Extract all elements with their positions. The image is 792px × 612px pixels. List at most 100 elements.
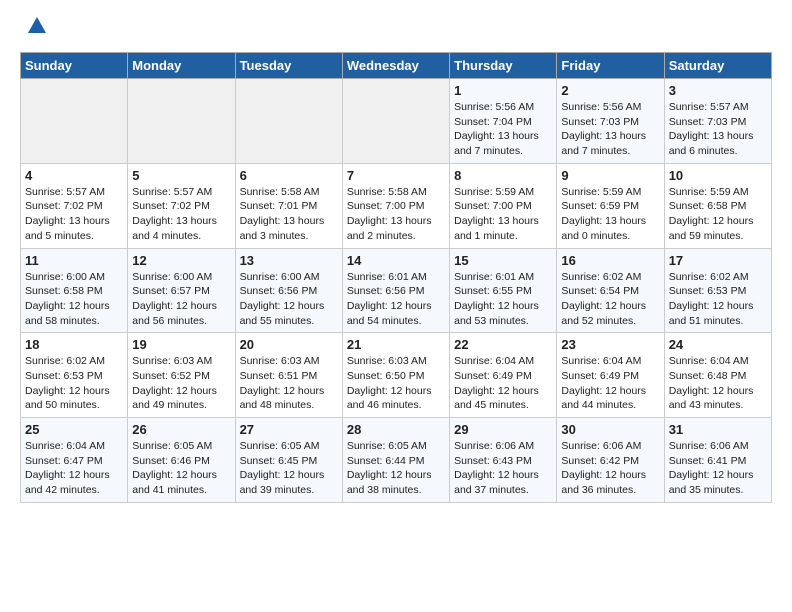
calendar-cell: 10Sunrise: 5:59 AM Sunset: 6:58 PM Dayli… [664, 163, 771, 248]
day-info: Sunrise: 6:03 AM Sunset: 6:51 PM Dayligh… [240, 354, 338, 413]
day-info: Sunrise: 6:00 AM Sunset: 6:57 PM Dayligh… [132, 270, 230, 329]
week-row-2: 4 Sunrise: 5:57 AM Sunset: 7:02 PM Daylig… [21, 163, 772, 248]
day-number: 7 [347, 168, 445, 183]
day-number: 19 [132, 337, 230, 352]
day-info: Sunrise: 5:59 AM Sunset: 6:58 PM Dayligh… [669, 185, 767, 244]
day-info: Sunrise: 6:04 AM Sunset: 6:49 PM Dayligh… [454, 354, 552, 413]
day-number: 1 [454, 83, 552, 98]
week-row-3: 11Sunrise: 6:00 AM Sunset: 6:58 PM Dayli… [21, 248, 772, 333]
day-info: Sunrise: 5:59 AM Sunset: 6:59 PM Dayligh… [561, 185, 659, 244]
day-number: 2 [561, 83, 659, 98]
day-info: Sunrise: 5:58 AM Sunset: 7:00 PM Dayligh… [347, 185, 445, 244]
calendar-cell [128, 79, 235, 164]
weekday-header-saturday: Saturday [664, 53, 771, 79]
calendar-cell: 30 Sunrise: 6:06 AM Sunset: 6:42 PM Dayli… [557, 418, 664, 503]
logo [20, 15, 48, 42]
day-info: Sunrise: 6:04 AM Sunset: 6:49 PM Dayligh… [561, 354, 659, 413]
day-info: Sunrise: 6:06 AM Sunset: 6:41 PM Dayligh… [669, 439, 767, 498]
day-number: 26 [132, 422, 230, 437]
weekday-header-thursday: Thursday [450, 53, 557, 79]
day-number: 29 [454, 422, 552, 437]
day-number: 22 [454, 337, 552, 352]
logo-icon [26, 15, 48, 42]
day-info: Sunrise: 5:57 AM Sunset: 7:03 PM Dayligh… [669, 100, 767, 159]
calendar-cell: 12 Sunrise: 6:00 AM Sunset: 6:57 PM Dayli… [128, 248, 235, 333]
day-info: Sunrise: 6:00 AM Sunset: 6:56 PM Dayligh… [240, 270, 338, 329]
day-info: Sunrise: 5:57 AM Sunset: 7:02 PM Dayligh… [25, 185, 123, 244]
calendar-cell: 29 Sunrise: 6:06 AM Sunset: 6:43 PM Dayli… [450, 418, 557, 503]
weekday-header-sunday: Sunday [21, 53, 128, 79]
day-info: Sunrise: 6:01 AM Sunset: 6:55 PM Dayligh… [454, 270, 552, 329]
day-info: Sunrise: 6:02 AM Sunset: 6:54 PM Dayligh… [561, 270, 659, 329]
calendar-cell: 21 Sunrise: 6:03 AM Sunset: 6:50 PM Dayli… [342, 333, 449, 418]
day-number: 6 [240, 168, 338, 183]
day-info: Sunrise: 6:03 AM Sunset: 6:50 PM Dayligh… [347, 354, 445, 413]
day-info: Sunrise: 6:05 AM Sunset: 6:44 PM Dayligh… [347, 439, 445, 498]
day-number: 31 [669, 422, 767, 437]
calendar-cell: 20 Sunrise: 6:03 AM Sunset: 6:51 PM Dayli… [235, 333, 342, 418]
calendar-cell: 23 Sunrise: 6:04 AM Sunset: 6:49 PM Dayli… [557, 333, 664, 418]
calendar: SundayMondayTuesdayWednesdayThursdayFrid… [20, 52, 772, 503]
day-number: 23 [561, 337, 659, 352]
header [20, 15, 772, 42]
calendar-cell: 18Sunrise: 6:02 AM Sunset: 6:53 PM Dayli… [21, 333, 128, 418]
day-number: 8 [454, 168, 552, 183]
calendar-cell: 4 Sunrise: 5:57 AM Sunset: 7:02 PM Daylig… [21, 163, 128, 248]
calendar-cell: 17 Sunrise: 6:02 AM Sunset: 6:53 PM Dayli… [664, 248, 771, 333]
week-row-4: 18Sunrise: 6:02 AM Sunset: 6:53 PM Dayli… [21, 333, 772, 418]
day-info: Sunrise: 6:06 AM Sunset: 6:42 PM Dayligh… [561, 439, 659, 498]
day-number: 21 [347, 337, 445, 352]
day-number: 17 [669, 253, 767, 268]
day-number: 12 [132, 253, 230, 268]
calendar-cell: 15Sunrise: 6:01 AM Sunset: 6:55 PM Dayli… [450, 248, 557, 333]
day-number: 9 [561, 168, 659, 183]
day-number: 5 [132, 168, 230, 183]
day-info: Sunrise: 5:58 AM Sunset: 7:01 PM Dayligh… [240, 185, 338, 244]
calendar-cell: 28 Sunrise: 6:05 AM Sunset: 6:44 PM Dayli… [342, 418, 449, 503]
calendar-cell: 5 Sunrise: 5:57 AM Sunset: 7:02 PM Daylig… [128, 163, 235, 248]
calendar-cell: 31 Sunrise: 6:06 AM Sunset: 6:41 PM Dayli… [664, 418, 771, 503]
calendar-cell: 25 Sunrise: 6:04 AM Sunset: 6:47 PM Dayli… [21, 418, 128, 503]
day-info: Sunrise: 6:04 AM Sunset: 6:48 PM Dayligh… [669, 354, 767, 413]
weekday-header-wednesday: Wednesday [342, 53, 449, 79]
day-info: Sunrise: 5:56 AM Sunset: 7:03 PM Dayligh… [561, 100, 659, 159]
day-number: 13 [240, 253, 338, 268]
calendar-cell: 7 Sunrise: 5:58 AM Sunset: 7:00 PM Daylig… [342, 163, 449, 248]
day-info: Sunrise: 6:05 AM Sunset: 6:45 PM Dayligh… [240, 439, 338, 498]
day-info: Sunrise: 5:57 AM Sunset: 7:02 PM Dayligh… [132, 185, 230, 244]
day-number: 3 [669, 83, 767, 98]
day-number: 20 [240, 337, 338, 352]
day-number: 25 [25, 422, 123, 437]
calendar-cell: 14 Sunrise: 6:01 AM Sunset: 6:56 PM Dayli… [342, 248, 449, 333]
week-row-5: 25 Sunrise: 6:04 AM Sunset: 6:47 PM Dayli… [21, 418, 772, 503]
day-info: Sunrise: 6:03 AM Sunset: 6:52 PM Dayligh… [132, 354, 230, 413]
day-info: Sunrise: 6:04 AM Sunset: 6:47 PM Dayligh… [25, 439, 123, 498]
calendar-cell: 13 Sunrise: 6:00 AM Sunset: 6:56 PM Dayli… [235, 248, 342, 333]
calendar-cell: 9 Sunrise: 5:59 AM Sunset: 6:59 PM Daylig… [557, 163, 664, 248]
day-info: Sunrise: 6:05 AM Sunset: 6:46 PM Dayligh… [132, 439, 230, 498]
calendar-cell [342, 79, 449, 164]
day-info: Sunrise: 6:00 AM Sunset: 6:58 PM Dayligh… [25, 270, 123, 329]
day-info: Sunrise: 6:02 AM Sunset: 6:53 PM Dayligh… [25, 354, 123, 413]
day-number: 30 [561, 422, 659, 437]
day-number: 28 [347, 422, 445, 437]
day-number: 27 [240, 422, 338, 437]
day-info: Sunrise: 6:02 AM Sunset: 6:53 PM Dayligh… [669, 270, 767, 329]
page: SundayMondayTuesdayWednesdayThursdayFrid… [0, 0, 792, 518]
day-info: Sunrise: 6:01 AM Sunset: 6:56 PM Dayligh… [347, 270, 445, 329]
day-number: 4 [25, 168, 123, 183]
calendar-cell: 16Sunrise: 6:02 AM Sunset: 6:54 PM Dayli… [557, 248, 664, 333]
calendar-cell: 3 Sunrise: 5:57 AM Sunset: 7:03 PM Daylig… [664, 79, 771, 164]
day-info: Sunrise: 6:06 AM Sunset: 6:43 PM Dayligh… [454, 439, 552, 498]
calendar-cell: 6 Sunrise: 5:58 AM Sunset: 7:01 PM Daylig… [235, 163, 342, 248]
calendar-cell: 24 Sunrise: 6:04 AM Sunset: 6:48 PM Dayli… [664, 333, 771, 418]
week-row-1: 1Sunrise: 5:56 AM Sunset: 7:04 PM Daylig… [21, 79, 772, 164]
calendar-cell: 27 Sunrise: 6:05 AM Sunset: 6:45 PM Dayli… [235, 418, 342, 503]
calendar-cell: 11Sunrise: 6:00 AM Sunset: 6:58 PM Dayli… [21, 248, 128, 333]
day-number: 14 [347, 253, 445, 268]
day-info: Sunrise: 5:59 AM Sunset: 7:00 PM Dayligh… [454, 185, 552, 244]
day-number: 24 [669, 337, 767, 352]
calendar-cell: 8 Sunrise: 5:59 AM Sunset: 7:00 PM Daylig… [450, 163, 557, 248]
weekday-header-monday: Monday [128, 53, 235, 79]
calendar-cell [21, 79, 128, 164]
